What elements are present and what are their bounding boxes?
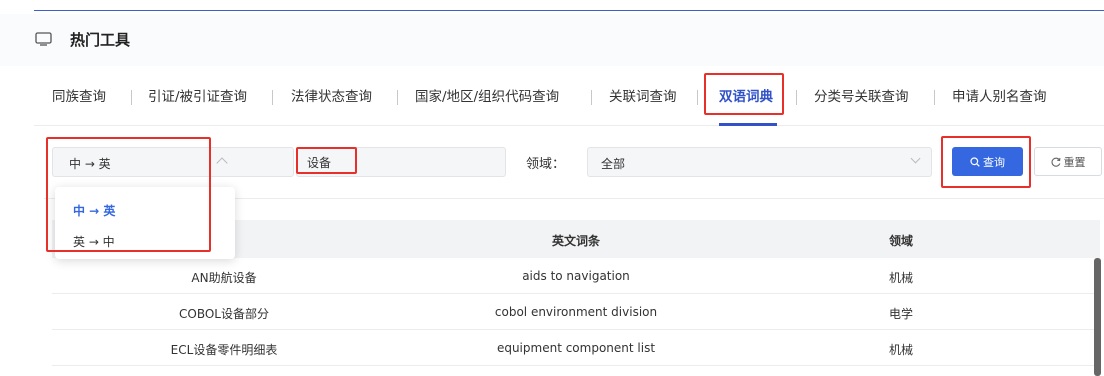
tab-citation-search[interactable]: 引证/被引证查询 xyxy=(148,89,247,105)
search-input[interactable] xyxy=(296,147,506,177)
direction-option-en-zh[interactable]: 英 → 中 xyxy=(73,233,115,250)
table-row[interactable]: COBOL设备部分 cobol environment division 电学 xyxy=(52,294,1100,330)
tab-separator xyxy=(591,90,592,105)
tab-separator xyxy=(272,90,273,105)
tab-legal-status[interactable]: 法律状态查询 xyxy=(291,89,372,105)
cell-domain: 机械 xyxy=(888,271,914,285)
refresh-icon xyxy=(1050,157,1060,167)
domain-select[interactable]: 全部 xyxy=(587,147,932,177)
tab-family-search[interactable]: 同族查询 xyxy=(52,89,106,105)
active-tab-underline xyxy=(719,123,777,126)
chevron-down-icon xyxy=(910,153,921,164)
section-title: 热门工具 xyxy=(70,31,131,49)
reset-button-label: 重置 xyxy=(1063,155,1086,169)
monitor-icon xyxy=(35,32,52,46)
query-button[interactable]: 查询 xyxy=(952,147,1023,176)
table-row[interactable]: ECL设备零件明细表 equipment component list 机械 xyxy=(52,330,1100,366)
tab-bar: 同族查询 引证/被引证查询 法律状态查询 国家/地区/组织代码查询 关联词查询 … xyxy=(34,68,1104,126)
tab-separator xyxy=(131,90,132,105)
domain-select-value: 全部 xyxy=(601,157,626,171)
table-scrollbar[interactable] xyxy=(1094,258,1101,376)
direction-dropdown: 中 → 英 英 → 中 xyxy=(55,187,235,259)
cell-domain: 电学 xyxy=(888,307,914,321)
column-header-domain: 领域 xyxy=(888,234,914,248)
cell-term: COBOL设备部分 xyxy=(179,307,269,321)
tab-country-code[interactable]: 国家/地区/组织代码查询 xyxy=(415,89,559,105)
tab-bilingual-dictionary[interactable]: 双语词典 xyxy=(719,89,773,105)
tab-related-words[interactable]: 关联词查询 xyxy=(609,89,677,105)
direction-select[interactable]: 中 → 英 xyxy=(52,147,294,177)
cell-domain: 机械 xyxy=(888,343,914,357)
tab-separator xyxy=(934,90,935,105)
reset-button[interactable]: 重置 xyxy=(1034,147,1102,176)
cell-term: ECL设备零件明细表 xyxy=(170,343,278,357)
direction-option-zh-en[interactable]: 中 → 英 xyxy=(73,202,115,219)
table-row[interactable]: AN助航设备 aids to navigation 机械 xyxy=(52,258,1100,294)
section-header xyxy=(0,14,1104,66)
tab-classification-search[interactable]: 分类号关联查询 xyxy=(814,89,909,105)
cell-english-term: cobol environment division xyxy=(494,305,658,319)
tab-separator xyxy=(796,90,797,105)
tab-applicant-alias[interactable]: 申请人别名查询 xyxy=(952,89,1047,105)
query-button-label: 查询 xyxy=(983,155,1005,169)
cell-english-term: equipment component list xyxy=(496,341,656,355)
search-icon xyxy=(970,156,980,167)
column-header-english-term: 英文词条 xyxy=(551,234,601,248)
direction-select-value: 中 → 英 xyxy=(69,157,111,171)
tab-separator xyxy=(697,90,698,105)
cell-english-term: aids to navigation xyxy=(522,269,630,283)
chevron-up-icon xyxy=(216,157,228,169)
cell-term: AN助航设备 xyxy=(191,271,257,285)
domain-label: 领域： xyxy=(526,157,566,172)
top-accent-line xyxy=(34,10,1104,11)
tab-separator xyxy=(397,90,398,105)
